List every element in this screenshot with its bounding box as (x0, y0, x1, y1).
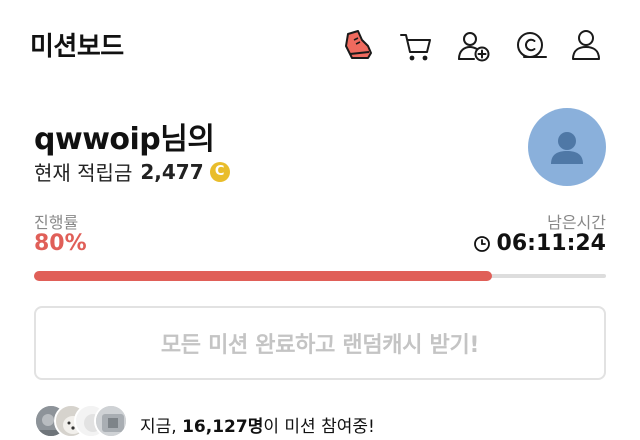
points-line: 현재 적립금 2,477 C (34, 157, 230, 186)
username: qwwoip (34, 122, 161, 157)
coin-c-icon[interactable] (512, 26, 552, 66)
progress-bar (34, 271, 606, 281)
progress-value: 80% (34, 231, 87, 256)
participants-count: 16,127명 (182, 417, 264, 437)
avatar-person-icon (551, 132, 583, 164)
shoe-icon[interactable] (338, 26, 378, 66)
participants-suffix: 이 미션 참여중! (263, 417, 375, 437)
claim-random-cash-button[interactable]: 모든 미션 완료하고 랜덤캐시 받기! (34, 306, 606, 380)
coin-icon: C (209, 161, 230, 182)
cart-icon[interactable] (396, 26, 436, 66)
add-user-icon[interactable] (454, 26, 494, 66)
participants-prefix: 지금, (140, 417, 183, 437)
profile-section: qwwoip님의 현재 적립금 2,477 C (0, 100, 640, 200)
remaining-time: 06:11:24 (473, 231, 606, 256)
participants-text: 지금, 16,127명이 미션 참여중! (140, 412, 375, 437)
participant-avatars (34, 402, 134, 440)
avatar[interactable] (528, 108, 606, 186)
points-label: 현재 적립금 (34, 161, 133, 185)
remaining-time-label: 남은시간 (547, 213, 606, 232)
page-title: 미션보드 (30, 32, 124, 62)
remaining-time-value: 06:11:24 (496, 231, 606, 256)
participant-avatar (94, 404, 128, 438)
username-suffix: 님의 (160, 122, 215, 157)
progress-section: 진행률 80% 남은시간 06:11:24 (0, 205, 640, 285)
clock-icon (473, 235, 490, 252)
progress-fill (34, 271, 492, 281)
username-line: qwwoip님의 (34, 114, 215, 158)
top-bar: 미션보드 (0, 0, 640, 90)
progress-label: 진행률 (34, 213, 79, 232)
points-value: 2,477 (140, 159, 204, 184)
participants-row: 지금, 16,127명이 미션 참여중! (34, 402, 614, 440)
user-icon[interactable] (568, 26, 608, 66)
